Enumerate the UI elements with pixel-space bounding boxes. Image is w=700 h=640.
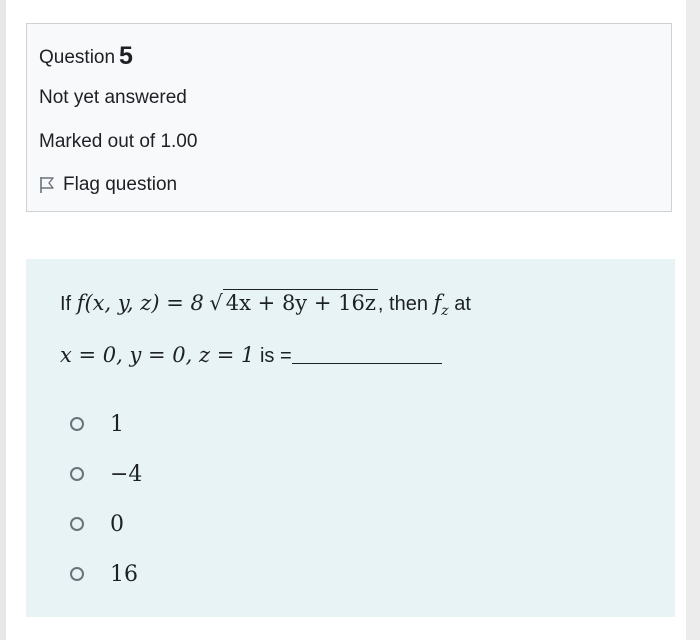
flag-icon <box>40 177 54 193</box>
answer-label: 16 <box>110 561 138 587</box>
question-text: If f(x, y, z) = 8 √ 4x + 8y + 16z, then f… <box>60 281 660 378</box>
is-text: is = <box>259 345 292 368</box>
answer-blank <box>291 343 442 365</box>
if-text: If <box>60 293 72 315</box>
question-info-panel: Question 5 Not yet answered Marked out of… <box>26 23 672 212</box>
answer-label: −4 <box>110 461 143 487</box>
radio-button[interactable] <box>70 517 84 531</box>
radio-button[interactable] <box>70 467 84 481</box>
question-label: Question <box>39 47 116 68</box>
question-number: 5 <box>119 42 133 70</box>
question-title: Question 5 <box>39 42 133 71</box>
point-expression: x = 0, y = 0, z = 1 <box>60 343 255 368</box>
radio-button[interactable] <box>70 417 84 431</box>
partial-fz: fz <box>433 291 449 320</box>
at-text: at <box>454 293 471 315</box>
answer-option[interactable]: −4 <box>70 449 142 499</box>
sqrt-sign: √ <box>209 291 223 315</box>
right-gutter <box>686 0 700 640</box>
radicand: 4x + 8y + 16z <box>222 289 378 314</box>
page: Question 5 Not yet answered Marked out of… <box>0 0 700 640</box>
radio-button[interactable] <box>70 567 84 581</box>
left-gutter <box>0 0 6 640</box>
sqrt-expression: √ 4x + 8y + 16z <box>209 281 378 325</box>
answer-option[interactable]: 0 <box>70 499 142 549</box>
flag-question-label: Flag question <box>63 174 178 195</box>
answer-label: 0 <box>110 511 124 537</box>
function-expression: f(x, y, z) = 8 <box>76 291 204 315</box>
question-grade: Marked out of 1.00 <box>39 131 198 152</box>
answer-label: 1 <box>110 411 124 437</box>
flag-question-link[interactable]: Flag question <box>39 174 177 196</box>
then-text: , then <box>377 293 428 315</box>
answer-option[interactable]: 1 <box>70 399 142 449</box>
answer-option[interactable]: 16 <box>70 549 142 599</box>
question-state: Not yet answered <box>39 87 187 108</box>
question-formulation: If f(x, y, z) = 8 √ 4x + 8y + 16z, then f… <box>26 259 675 617</box>
answer-options: 1 −4 0 16 <box>70 399 142 599</box>
